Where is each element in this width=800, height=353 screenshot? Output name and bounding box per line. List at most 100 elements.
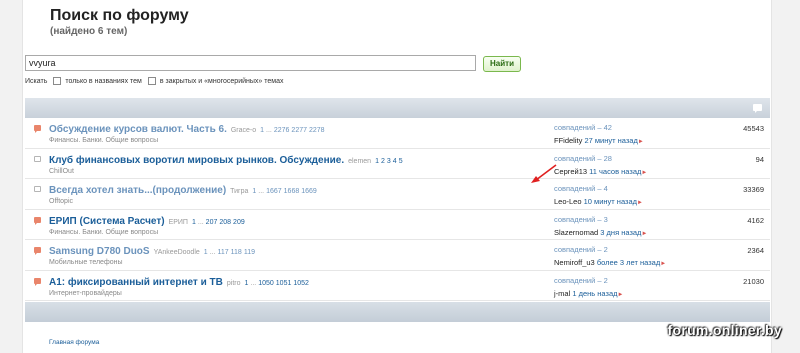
matches-link[interactable]: совпадений – 42 xyxy=(554,123,612,132)
topic-forum-name: Offtopic xyxy=(49,198,73,205)
page-link[interactable]: 118 xyxy=(231,249,242,256)
last-post-time[interactable]: 10 минут назад xyxy=(584,197,637,206)
page-link[interactable]: 2277 xyxy=(291,127,307,134)
last-post-time[interactable]: 3 дня назад xyxy=(600,228,641,237)
topic-pagination: 1... 2276 2277 2278 xyxy=(260,127,326,134)
topic-title-link[interactable]: А1: фиксированный интернет и ТВ xyxy=(49,277,223,288)
last-post-time[interactable]: 27 минут назад xyxy=(584,136,637,145)
go-to-last-post-icon[interactable]: ► xyxy=(638,139,644,145)
last-post: Slazernomad 3 дня назад► xyxy=(554,228,647,237)
topic-forum-name: ChillOut xyxy=(49,167,74,175)
page-link[interactable]: 1051 xyxy=(276,280,292,287)
topic-status-icon xyxy=(34,125,41,133)
matches-link[interactable]: совпадений – 28 xyxy=(554,154,612,163)
page-link[interactable]: 1 xyxy=(260,127,264,134)
last-post-time[interactable]: 1 день назад xyxy=(572,289,617,298)
page-link[interactable]: 209 xyxy=(233,219,245,226)
closed-topics-checkbox[interactable] xyxy=(147,77,156,85)
site-watermark: forum.onliner.by xyxy=(667,322,782,338)
last-post-time[interactable]: 11 часов назад xyxy=(589,167,641,176)
topic-title-link[interactable]: Обсуждение курсов валют. Часть 6. xyxy=(49,124,227,135)
topic-author: Тигра xyxy=(230,188,249,195)
last-post-user[interactable]: Сергей13 xyxy=(554,167,587,176)
results-table-header xyxy=(25,98,770,118)
last-post: j-mal 1 день назад► xyxy=(554,289,623,298)
page-link[interactable]: 1668 xyxy=(284,188,300,195)
page-link[interactable]: 1667 xyxy=(266,188,282,195)
titles-only-checkbox[interactable] xyxy=(53,77,62,85)
topic-views-count: 33369 xyxy=(743,185,764,194)
topic-row: Обсуждение курсов валют. Часть 6. Grace-… xyxy=(25,118,770,149)
search-input[interactable]: vvyura xyxy=(25,55,476,71)
pages-ellipsis: ... xyxy=(258,188,265,195)
page-link[interactable]: 3 xyxy=(387,158,391,165)
page-link[interactable]: 2278 xyxy=(309,127,325,134)
topic-pagination: 1... 1667 1668 1669 xyxy=(252,188,318,195)
topic-author: pitro xyxy=(226,279,241,287)
topic-title-link[interactable]: Всегда хотел знать...(продолжение) xyxy=(49,185,226,196)
last-post-time[interactable]: более 3 лет назад xyxy=(597,258,660,267)
topic-pagination: 1... 1050 1051 1052 xyxy=(245,280,311,287)
comments-icon xyxy=(753,104,762,113)
topic-views-count: 2364 xyxy=(747,246,764,255)
topic-status-icon xyxy=(34,247,41,255)
topic-forum-name: Финансы. Банки. Общие вопросы xyxy=(49,228,159,236)
page-link[interactable]: 4 xyxy=(393,158,397,165)
topic-title-link[interactable]: ЕРИП (Система Расчет) xyxy=(49,216,165,227)
topic-views-count: 94 xyxy=(755,154,764,164)
closed-topics-label: в закрытых и «многосерийных» темах xyxy=(159,77,284,85)
go-to-last-post-icon[interactable]: ► xyxy=(641,231,647,237)
matches-link[interactable]: совпадений – 2 xyxy=(554,276,608,285)
page-link[interactable]: 2 xyxy=(381,158,385,165)
page-link[interactable]: 1 xyxy=(245,280,249,287)
topic-status-icon xyxy=(34,277,41,286)
topic-views-count: 4162 xyxy=(747,215,764,225)
pages-ellipsis: ... xyxy=(266,127,272,134)
page-link[interactable]: 119 xyxy=(244,249,255,256)
topic-forum-name: Мобильные телефоны xyxy=(49,259,123,266)
matches-link[interactable]: совпадений – 4 xyxy=(554,184,608,193)
search-options: Искать только в названиях тем в закрытых… xyxy=(25,77,283,85)
last-post-user[interactable]: Nemiroff_u3 xyxy=(554,258,595,267)
last-post-user[interactable]: j-mal xyxy=(554,289,570,298)
page-title: Поиск по форуму xyxy=(50,7,189,24)
last-post: FFidelity 27 минут назад► xyxy=(554,136,644,145)
matches-link[interactable]: совпадений – 2 xyxy=(554,245,608,254)
results-table: Обсуждение курсов валют. Часть 6. Grace-… xyxy=(25,118,770,301)
page-link[interactable]: 1 xyxy=(204,249,208,256)
page-link[interactable]: 5 xyxy=(399,158,403,165)
topic-title-link[interactable]: Клуб финансовых воротил мировых рынков. … xyxy=(49,155,344,166)
go-to-last-post-icon[interactable]: ► xyxy=(660,261,666,267)
topic-status-icon xyxy=(34,216,41,225)
page-link[interactable]: 208 xyxy=(219,219,231,226)
page-link[interactable]: 2276 xyxy=(274,127,290,134)
topic-forum-name: Интернет-провайдеры xyxy=(49,289,122,297)
page-link[interactable]: 1052 xyxy=(293,280,309,287)
topic-row: Всегда хотел знать...(продолжение) Тигра… xyxy=(25,179,770,210)
last-post-user[interactable]: Leo-Leo xyxy=(554,197,582,206)
page-link[interactable]: 1 xyxy=(252,188,256,195)
topic-title-link[interactable]: Samsung D780 DuoS xyxy=(49,246,150,257)
topic-row: Клуб финансовых воротил мировых рынков. … xyxy=(25,148,770,179)
page-link[interactable]: 1669 xyxy=(301,188,317,195)
forum-home-link[interactable]: Главная форума xyxy=(49,339,99,346)
last-post-user[interactable]: FFidelity xyxy=(554,136,582,145)
topic-author: elemen xyxy=(348,157,372,165)
page-link[interactable]: 1 xyxy=(192,219,196,226)
page-link[interactable]: 1050 xyxy=(258,280,274,287)
pages-ellipsis: ... xyxy=(209,249,216,256)
matches-link[interactable]: совпадений – 3 xyxy=(554,215,608,224)
go-to-last-post-icon[interactable]: ► xyxy=(637,200,643,206)
go-to-last-post-icon[interactable]: ► xyxy=(641,170,647,176)
search-button[interactable]: Найти xyxy=(483,56,521,72)
page-link[interactable]: 117 xyxy=(217,249,228,256)
topic-forum-name: Финансы. Банки. Общие вопросы xyxy=(49,137,159,144)
topic-author: YAnkeeDoodle xyxy=(153,249,200,256)
page-link[interactable]: 1 xyxy=(375,158,379,165)
topic-pagination: 1... 117 118 119 xyxy=(204,249,257,256)
page-link[interactable]: 207 xyxy=(206,219,218,226)
topic-row: ЕРИП (Система Расчет) ЕРИП 1... 207 208 20… xyxy=(25,209,770,240)
last-post-user[interactable]: Slazernomad xyxy=(554,228,598,237)
go-to-last-post-icon[interactable]: ► xyxy=(618,292,624,298)
results-table-footer xyxy=(25,302,770,322)
